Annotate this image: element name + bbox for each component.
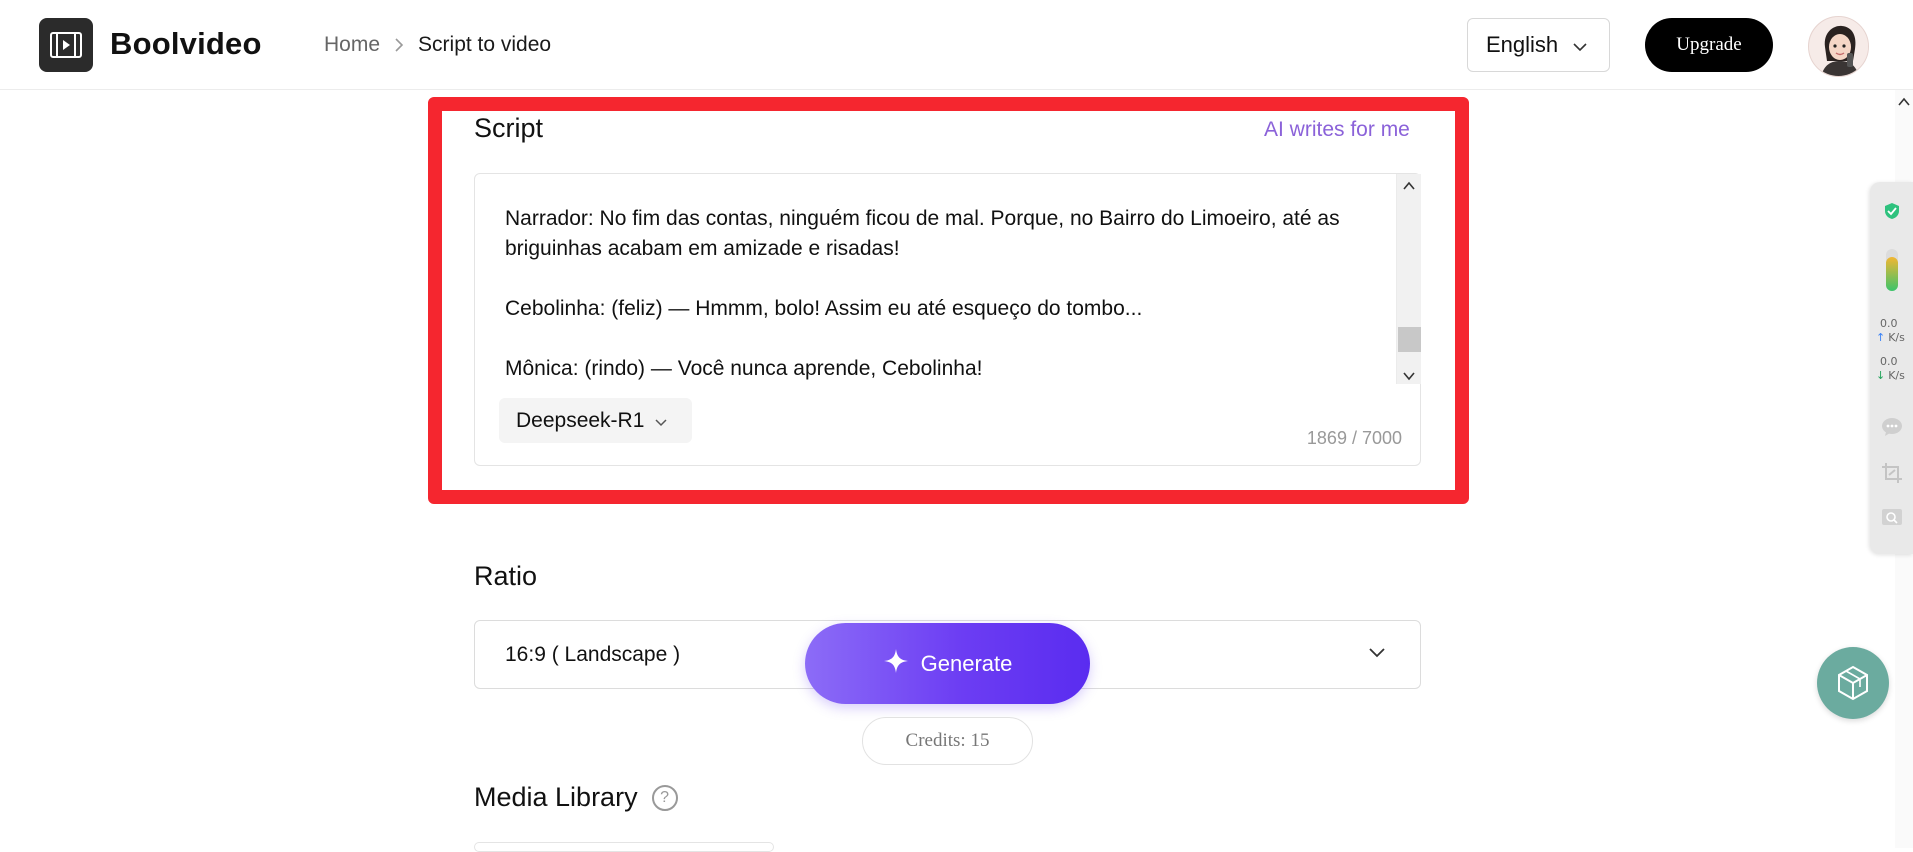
language-value: English bbox=[1486, 32, 1559, 57]
credits-badge: Credits: 15 bbox=[862, 717, 1033, 765]
image-search-icon[interactable] bbox=[1870, 508, 1913, 526]
ratio-value: 16:9 ( Landscape ) bbox=[505, 643, 681, 666]
memory-gauge-icon bbox=[1870, 248, 1913, 292]
script-line: Narrador: No fim das contas, ninguém fic… bbox=[505, 207, 1340, 260]
script-scroll-thumb[interactable] bbox=[1398, 327, 1421, 353]
assistant-cube-button[interactable] bbox=[1817, 647, 1889, 719]
model-select[interactable]: Deepseek-R1 bbox=[499, 398, 692, 443]
top-header: Boolvideo Home Script to video English U… bbox=[0, 0, 1913, 90]
script-textarea[interactable]: Narrador: No fim das contas, ninguém fic… bbox=[505, 204, 1375, 414]
boolvideo-logo-icon[interactable] bbox=[39, 18, 93, 72]
sparkle-icon bbox=[883, 648, 909, 680]
shield-check-icon[interactable] bbox=[1870, 202, 1913, 220]
language-select[interactable]: English bbox=[1467, 18, 1610, 72]
floating-tool-panel: 0.0 ↑ K/s 0.0 ↓ K/s bbox=[1870, 182, 1913, 554]
script-line: Mônica: (rindo) — Você nunca aprende, Ce… bbox=[505, 357, 983, 380]
script-scrollbar[interactable] bbox=[1396, 174, 1421, 384]
upload-speed-unit: K/s bbox=[1888, 331, 1905, 344]
ai-writes-link[interactable]: AI writes for me bbox=[1264, 118, 1410, 142]
media-library-box bbox=[474, 842, 774, 852]
upgrade-button[interactable]: Upgrade bbox=[1645, 18, 1773, 72]
brand-name[interactable]: Boolvideo bbox=[110, 26, 262, 62]
chevron-right-icon bbox=[394, 37, 404, 53]
chevron-down-icon bbox=[654, 409, 668, 433]
download-speed-unit: K/s bbox=[1888, 369, 1905, 382]
generate-button[interactable]: Generate bbox=[805, 623, 1090, 704]
chat-bubble-icon[interactable] bbox=[1870, 417, 1913, 437]
download-speed-value: 0.0 bbox=[1880, 355, 1898, 368]
crop-icon[interactable] bbox=[1870, 462, 1913, 484]
cube-icon bbox=[1838, 665, 1868, 701]
upload-speed-value: 0.0 bbox=[1880, 317, 1898, 330]
breadcrumb-current: Script to video bbox=[418, 33, 552, 56]
chevron-down-icon bbox=[1572, 32, 1588, 58]
arrow-up-icon: ↑ bbox=[1876, 331, 1886, 344]
character-counter: 1869 / 7000 bbox=[1306, 428, 1402, 448]
download-speed: ↓ K/s bbox=[1876, 370, 1905, 382]
scroll-down-icon[interactable] bbox=[1403, 368, 1415, 386]
ratio-title: Ratio bbox=[474, 561, 538, 591]
script-title: Script bbox=[474, 113, 544, 143]
breadcrumb: Home Script to video bbox=[324, 33, 551, 57]
media-library-title: Media Library bbox=[474, 782, 638, 812]
script-line: Cebolinha: (feliz) — Hmmm, bolo! Assim e… bbox=[505, 297, 1143, 320]
generate-label: Generate bbox=[920, 650, 1013, 676]
scroll-up-icon[interactable] bbox=[1403, 178, 1415, 196]
breadcrumb-home-link[interactable]: Home bbox=[324, 33, 380, 57]
script-editor[interactable]: Narrador: No fim das contas, ninguém fic… bbox=[474, 173, 1421, 466]
media-library-heading: Media Library ? bbox=[474, 782, 678, 813]
arrow-down-icon: ↓ bbox=[1876, 369, 1886, 382]
user-avatar[interactable] bbox=[1808, 16, 1869, 77]
help-icon[interactable]: ? bbox=[651, 784, 678, 811]
chevron-down-icon bbox=[1368, 646, 1386, 664]
model-value: Deepseek-R1 bbox=[516, 408, 645, 432]
scroll-up-icon[interactable] bbox=[1898, 94, 1910, 112]
upload-speed: ↑ K/s bbox=[1876, 332, 1905, 344]
